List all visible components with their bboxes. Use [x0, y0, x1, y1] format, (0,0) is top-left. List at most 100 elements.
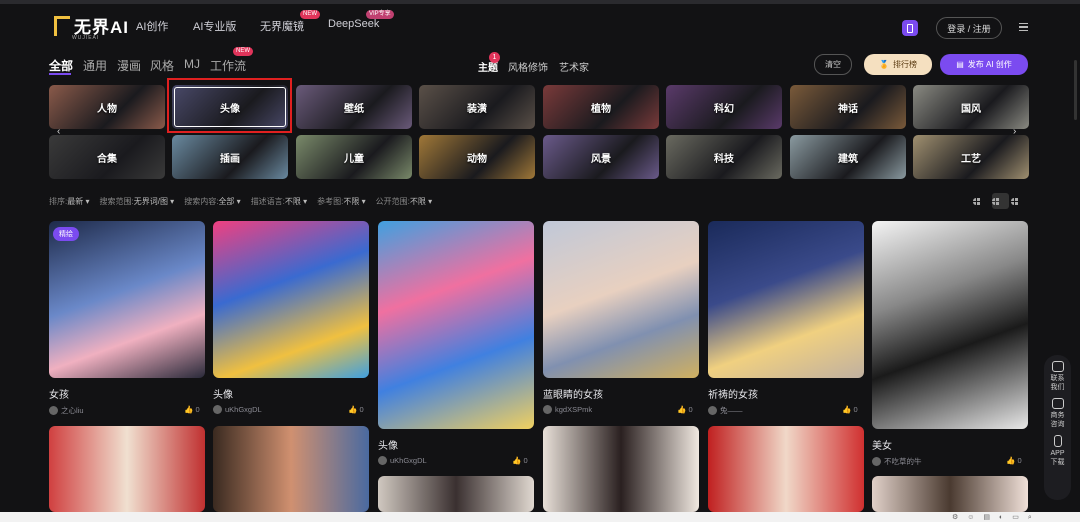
- card-author[interactable]: uKhGxgDL: [213, 405, 262, 414]
- theme-tile[interactable]: 儿童: [296, 135, 412, 179]
- card-author[interactable]: uKhGxgDL: [378, 456, 427, 465]
- like-count[interactable]: 👍 0: [184, 405, 200, 414]
- theme-tile[interactable]: 合集: [49, 135, 165, 179]
- category-mj[interactable]: MJ: [184, 57, 200, 71]
- category-general[interactable]: 通用: [83, 57, 107, 74]
- tile-label: 科幻: [714, 103, 734, 115]
- active-underline: [49, 73, 71, 75]
- card-image[interactable]: [543, 426, 699, 512]
- document-icon: ▤: [956, 60, 964, 69]
- tile-label: 动物: [467, 153, 487, 165]
- card-author[interactable]: kgdXSPmk: [543, 405, 592, 414]
- login-button[interactable]: 登录 / 注册: [936, 17, 1002, 39]
- card-title[interactable]: 美女: [872, 437, 892, 452]
- tile-label: 壁纸: [344, 103, 364, 115]
- filter-language[interactable]: 描述语言:不限 ▾: [251, 196, 307, 207]
- grid-large-icon[interactable]: [973, 193, 990, 209]
- logo-icon: [54, 15, 70, 36]
- category-comic[interactable]: 漫画: [117, 57, 141, 74]
- logo[interactable]: 无界AI WUJIEAI: [54, 13, 129, 41]
- contact-us[interactable]: 联系我们: [1050, 361, 1066, 392]
- medal-icon: 🏅: [879, 60, 889, 69]
- vip-badge: VIP专享: [366, 10, 394, 19]
- filter-bar: 排序:最新 ▾ 搜索范围:无界词/图 ▾ 搜索内容:全部 ▾ 描述语言:不限 ▾…: [49, 196, 432, 207]
- card-image[interactable]: [872, 476, 1028, 512]
- card-author[interactable]: 兔——: [708, 405, 743, 416]
- theme-tile[interactable]: 装潢: [419, 85, 535, 129]
- app-download[interactable]: APP下载: [1050, 435, 1066, 467]
- theme-tile[interactable]: 科幻: [666, 85, 782, 129]
- like-count[interactable]: 👍 0: [1006, 456, 1022, 465]
- headset-icon: [1051, 361, 1064, 372]
- theme-tile[interactable]: 壁纸: [296, 85, 412, 129]
- theme-tile[interactable]: 风景: [543, 135, 659, 179]
- tab-style-mod[interactable]: 风格修饰: [508, 59, 548, 74]
- category-style[interactable]: 风格: [150, 57, 174, 74]
- theme-tile[interactable]: 植物: [543, 85, 659, 129]
- filter-refimage[interactable]: 参考图:不限 ▾: [317, 196, 365, 207]
- like-count[interactable]: 👍 0: [677, 405, 693, 414]
- nav-magic-mirror[interactable]: 无界魔镜: [260, 18, 304, 34]
- new-badge: NEW: [300, 10, 320, 19]
- scrollbar[interactable]: [1074, 60, 1077, 120]
- nav-ai-pro[interactable]: AI专业版: [193, 18, 236, 34]
- card-image[interactable]: [543, 221, 699, 378]
- like-count[interactable]: 👍 0: [348, 405, 364, 414]
- card-image[interactable]: [872, 221, 1028, 429]
- filter-public[interactable]: 公开范围:不限 ▾: [376, 196, 432, 207]
- card-author[interactable]: 之心liu: [49, 405, 84, 416]
- card-image[interactable]: [378, 476, 534, 512]
- nav-ai-create[interactable]: AI创作: [136, 18, 168, 34]
- avatar: [708, 406, 717, 415]
- category-all[interactable]: 全部: [49, 57, 73, 74]
- category-workflow[interactable]: 工作流: [210, 57, 246, 74]
- view-toggle: [973, 193, 1028, 209]
- theme-tile[interactable]: 国风: [913, 85, 1029, 129]
- new-badge: NEW: [233, 47, 253, 56]
- filter-scope[interactable]: 搜索范围:无界词/图 ▾: [99, 196, 174, 207]
- publish-button[interactable]: ▤ 发布 AI 创作: [940, 54, 1028, 75]
- theme-tile[interactable]: 头像: [172, 85, 288, 129]
- card-author[interactable]: 不吃草的牛: [872, 456, 922, 467]
- mobile-icon[interactable]: [902, 20, 918, 36]
- card-image[interactable]: [213, 426, 369, 512]
- theme-tile[interactable]: 动物: [419, 135, 535, 179]
- card-title[interactable]: 祈祷的女孩: [708, 386, 758, 401]
- chevron-right-icon[interactable]: ›: [1013, 126, 1016, 137]
- theme-tile[interactable]: 科技: [666, 135, 782, 179]
- card-title[interactable]: 头像: [378, 437, 398, 452]
- card-image[interactable]: [49, 426, 205, 512]
- rank-button[interactable]: 🏅 排行榜: [864, 54, 932, 75]
- theme-tile[interactable]: 插画: [172, 135, 288, 179]
- grid-small-icon[interactable]: [1011, 193, 1028, 209]
- card-image[interactable]: [708, 221, 864, 378]
- theme-tile[interactable]: 工艺: [913, 135, 1029, 179]
- business-consult[interactable]: 商务咨询: [1050, 398, 1066, 429]
- tab-artist[interactable]: 艺术家: [559, 59, 589, 74]
- theme-tile[interactable]: 建筑: [790, 135, 906, 179]
- menu-icon[interactable]: [1019, 23, 1028, 31]
- filter-content[interactable]: 搜索内容:全部 ▾: [184, 196, 240, 207]
- avatar: [49, 406, 58, 415]
- theme-tile[interactable]: 神话: [790, 85, 906, 129]
- tile-label: 科技: [714, 153, 734, 165]
- card-image[interactable]: [213, 221, 369, 378]
- like-count[interactable]: 👍 0: [842, 405, 858, 414]
- card-image[interactable]: [49, 221, 205, 378]
- card-title[interactable]: 头像: [213, 386, 233, 401]
- filter-sort[interactable]: 排序:最新 ▾: [49, 196, 89, 207]
- publish-label: 发布 AI 创作: [967, 60, 1012, 69]
- card-title[interactable]: 女孩: [49, 386, 69, 401]
- grid-medium-icon[interactable]: [992, 193, 1009, 209]
- card-image[interactable]: [708, 426, 864, 512]
- theme-tile[interactable]: 人物: [49, 85, 165, 129]
- tile-label: 风景: [591, 153, 611, 165]
- nav-deepseek[interactable]: DeepSeek: [328, 18, 379, 30]
- clear-button[interactable]: 清空: [814, 54, 852, 75]
- tile-label: 神话: [838, 103, 858, 115]
- count-badge: 1: [489, 52, 500, 63]
- card-title[interactable]: 蓝眼睛的女孩: [543, 386, 603, 401]
- like-count[interactable]: 👍 0: [512, 456, 528, 465]
- chevron-left-icon[interactable]: ‹: [57, 126, 60, 137]
- card-image[interactable]: [378, 221, 534, 429]
